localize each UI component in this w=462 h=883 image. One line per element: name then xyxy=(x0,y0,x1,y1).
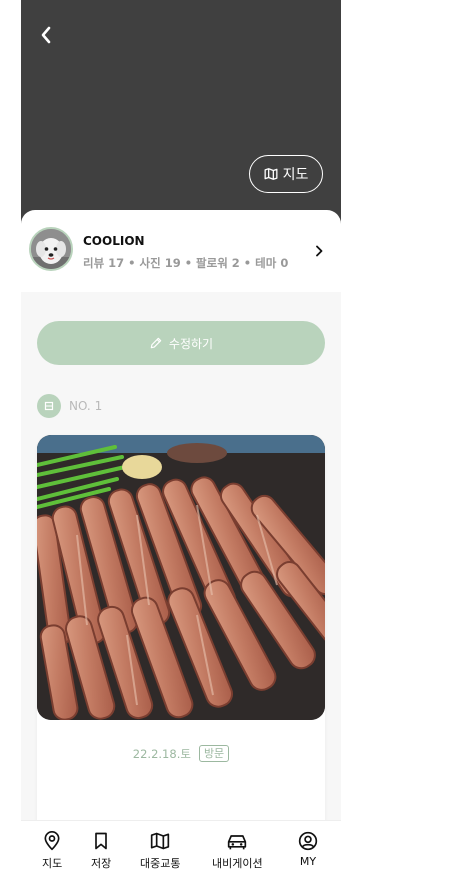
edit-button-label: 수정하기 xyxy=(168,336,214,351)
visit-tag: 방문 xyxy=(198,745,230,762)
avatar[interactable] xyxy=(29,227,73,271)
username: COOLION xyxy=(83,234,145,248)
chevron-left-icon xyxy=(41,26,51,44)
back-button[interactable] xyxy=(35,24,57,46)
bottom-navigation: 지도 저장 대중교통 내비게이션 MY xyxy=(21,820,341,883)
category-icon xyxy=(44,401,54,411)
nav-label-transit: 대중교통 xyxy=(140,857,181,870)
chevron-right-icon xyxy=(316,245,323,257)
profile-stats: 리뷰 17 • 사진 19 • 팔로워 2 • 테마 0 xyxy=(83,256,289,270)
avatar-dog-image xyxy=(31,229,71,269)
nav-label-navigation: 내비게이션 xyxy=(212,857,263,870)
app-screen: 지도 COOLION 리뷰 17 • 사진 19 • 팔로워 2 • 테마 0 xyxy=(21,0,341,883)
nav-label-saved: 저장 xyxy=(91,857,112,870)
edit-button[interactable]: 수정하기 xyxy=(37,321,325,365)
nav-item-navigation[interactable]: 내비게이션 xyxy=(212,831,263,871)
nav-item-my[interactable]: MY xyxy=(298,831,318,868)
category-badge xyxy=(37,394,61,418)
bookmark-icon xyxy=(95,832,107,850)
map-pin-icon xyxy=(44,831,60,851)
review-photo[interactable] xyxy=(37,435,325,720)
review-card[interactable]: 22.2.18.토 방문 xyxy=(37,435,325,835)
map-button[interactable]: 지도 xyxy=(249,155,323,193)
nav-item-map[interactable]: 지도 xyxy=(42,831,62,871)
map-icon xyxy=(151,832,170,850)
grilled-pork-photo xyxy=(37,435,325,720)
profile-card[interactable]: COOLION 리뷰 17 • 사진 19 • 팔로워 2 • 테마 0 xyxy=(21,210,341,292)
review-number-row: NO. 1 xyxy=(37,394,102,418)
review-date-row: 22.2.18.토 방문 xyxy=(37,745,325,762)
map-button-label: 지도 xyxy=(282,167,309,183)
nav-item-transit[interactable]: 대중교통 xyxy=(140,831,180,871)
review-date: 22.2.18.토 xyxy=(132,746,191,761)
nav-label-my: MY xyxy=(299,855,317,868)
nav-label-map: 지도 xyxy=(42,857,63,870)
profile-chevron-button[interactable] xyxy=(313,244,325,258)
pencil-icon xyxy=(150,337,162,349)
header-banner: 지도 xyxy=(21,0,341,230)
user-circle-icon xyxy=(298,831,318,851)
review-number: NO. 1 xyxy=(69,399,103,413)
nav-item-saved[interactable]: 저장 xyxy=(91,831,111,871)
map-icon xyxy=(264,168,278,180)
car-icon xyxy=(228,835,247,850)
